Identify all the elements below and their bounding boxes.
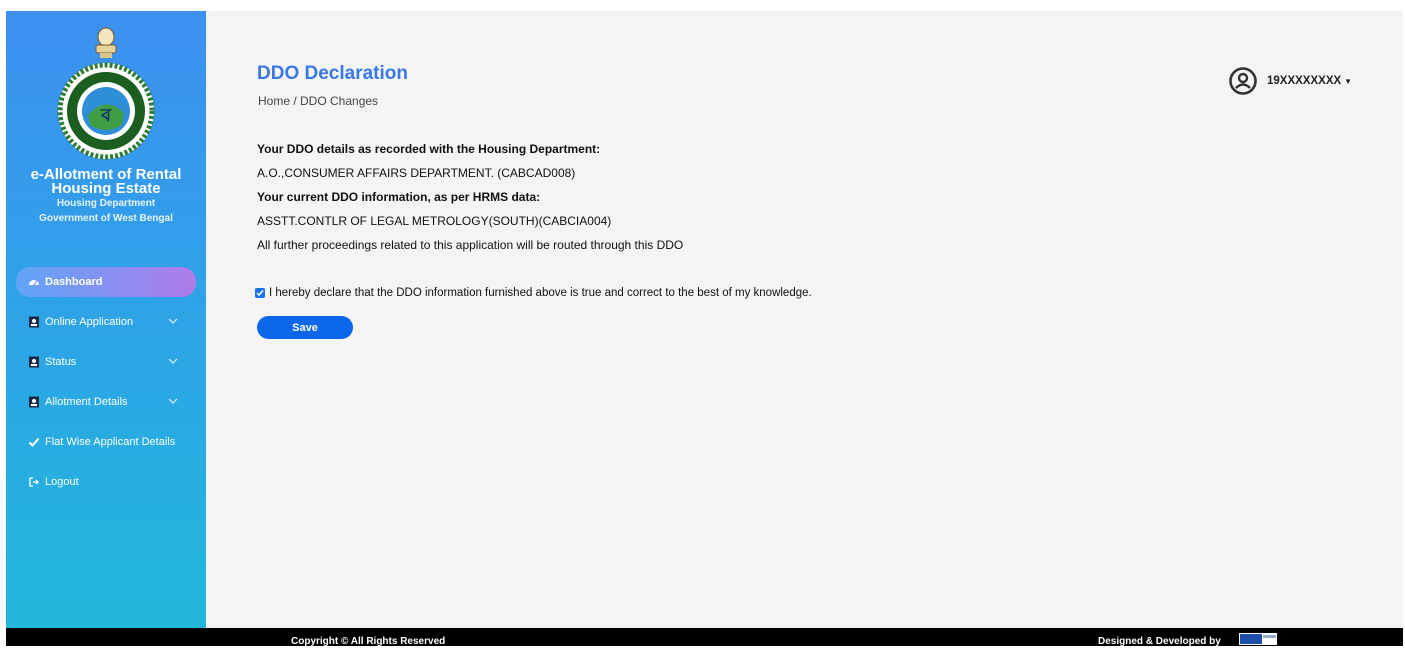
- designed-by-text: Designed & Developed by: [1098, 636, 1221, 647]
- document-icon: [29, 356, 39, 368]
- user-menu[interactable]: 19XXXXXXXX ▼: [1228, 66, 1352, 96]
- app-title: e-Allotment of Rental Housing Estate: [30, 166, 182, 197]
- logout-icon: [29, 477, 39, 487]
- sidebar-item-label: Dashboard: [45, 276, 103, 288]
- sidebar-item-online-application[interactable]: Online Application: [16, 307, 196, 337]
- chevron-down-icon: [168, 358, 178, 364]
- government-name: Government of West Bengal: [39, 213, 173, 224]
- sidebar: ব e-Allotment of Rental Housing Estate H…: [6, 11, 206, 628]
- nic-logo: [1239, 633, 1277, 645]
- document-icon: [29, 316, 39, 328]
- sidebar-item-label: Online Application: [45, 316, 134, 328]
- west-bengal-emblem-logo: ব: [54, 25, 158, 163]
- user-avatar-icon: [1229, 67, 1257, 95]
- sidebar-item-label: Status: [45, 356, 77, 368]
- sidebar-item-label: Allotment Details: [45, 396, 128, 408]
- sidebar-item-dashboard[interactable]: Dashboard: [16, 267, 196, 297]
- caret-down-icon: ▼: [1344, 76, 1353, 86]
- sidebar-item-logout[interactable]: Logout: [16, 467, 196, 497]
- ddo-details: Your DDO details as recorded with the Ho…: [257, 141, 957, 261]
- copyright-text: Copyright © All Rights Reserved: [291, 636, 446, 647]
- footer: Copyright © All Rights Reserved Designed…: [6, 628, 1403, 647]
- hrms-ddo-value: ASSTT.CONTLR OF LEGAL METROLOGY(SOUTH)(C…: [257, 214, 612, 228]
- declaration-text: I hereby declare that the DDO informatio…: [269, 287, 812, 299]
- sidebar-item-label: Flat Wise Applicant Details: [45, 436, 176, 448]
- housing-ddo-heading: Your DDO details as recorded with the Ho…: [257, 142, 601, 156]
- dashboard-icon: [29, 280, 39, 286]
- hrms-ddo-heading: Your current DDO information, as per HRM…: [257, 190, 541, 204]
- save-button[interactable]: Save: [257, 316, 353, 339]
- page-background: [6, 11, 1403, 646]
- sidebar-item-label: Logout: [45, 476, 79, 488]
- declaration-row: I hereby declare that the DDO informatio…: [255, 287, 812, 299]
- check-icon: [28, 437, 40, 447]
- chevron-down-icon: [168, 318, 178, 324]
- user-id: 19XXXXXXXX: [1267, 75, 1342, 87]
- department-name: Housing Department: [56, 198, 156, 209]
- routing-note: All further proceedings related to this …: [257, 238, 684, 252]
- breadcrumb[interactable]: Home / DDO Changes: [258, 94, 378, 108]
- svg-text:ব: ব: [100, 105, 112, 126]
- sidebar-item-status[interactable]: Status: [16, 347, 196, 377]
- checkmark-icon: [256, 290, 264, 297]
- chevron-down-icon: [168, 398, 178, 404]
- sidebar-item-allotment-details[interactable]: Allotment Details: [16, 387, 196, 417]
- housing-ddo-value: A.O.,CONSUMER AFFAIRS DEPARTMENT. (CABCA…: [257, 166, 576, 180]
- page-title: DDO Declaration: [257, 63, 408, 84]
- sidebar-nav: Dashboard Online Application Status Allo…: [6, 267, 206, 507]
- document-icon: [29, 396, 39, 408]
- declaration-checkbox[interactable]: [255, 288, 265, 298]
- brand-block: e-Allotment of Rental Housing Estate Hou…: [6, 166, 206, 226]
- sidebar-item-flat-wise-applicant-details[interactable]: Flat Wise Applicant Details: [16, 427, 196, 457]
